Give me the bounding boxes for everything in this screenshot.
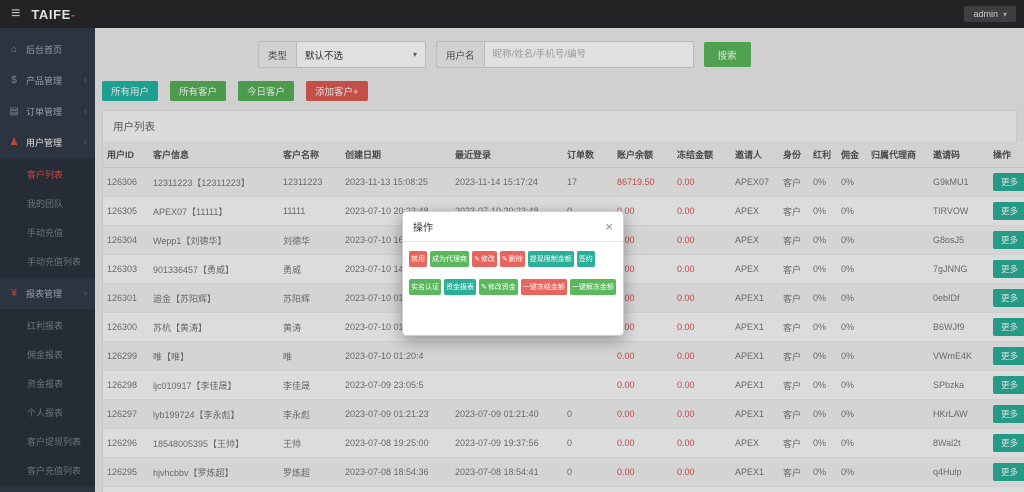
modal-action-修改[interactable]: ✎修改 <box>472 251 497 267</box>
modal-action-label: 禁用 <box>411 254 425 264</box>
modal-action-label: 提现限制金额 <box>530 254 572 264</box>
modal-action-label: 一键解冻金额 <box>572 282 614 292</box>
modal-action-删除[interactable]: ✎删除 <box>500 251 525 267</box>
modal-body: 禁用成为代理商✎修改✎删除提现限制金额签约实名认证资金报表✎修改资金一键冻结金额… <box>403 242 623 295</box>
pencil-icon: ✎ <box>502 255 508 263</box>
modal-action-label: 修改资金 <box>488 282 516 292</box>
pencil-icon: ✎ <box>474 255 480 263</box>
action-modal: 操作 × 禁用成为代理商✎修改✎删除提现限制金额签约实名认证资金报表✎修改资金一… <box>402 211 624 336</box>
modal-action-提现限制金额[interactable]: 提现限制金额 <box>528 251 574 267</box>
modal-action-资金报表[interactable]: 资金报表 <box>444 279 476 295</box>
modal-header: 操作 × <box>403 212 623 242</box>
modal-action-实名认证[interactable]: 实名认证 <box>409 279 441 295</box>
modal-action-label: 删除 <box>509 254 523 264</box>
pencil-icon: ✎ <box>481 283 487 291</box>
modal-action-label: 实名认证 <box>411 282 439 292</box>
modal-action-修改资金[interactable]: ✎修改资金 <box>479 279 518 295</box>
modal-action-label: 资金报表 <box>446 282 474 292</box>
close-icon[interactable]: × <box>605 220 613 233</box>
modal-action-签约[interactable]: 签约 <box>577 251 595 267</box>
modal-action-label: 签约 <box>579 254 593 264</box>
modal-action-成为代理商[interactable]: 成为代理商 <box>430 251 469 267</box>
modal-action-禁用[interactable]: 禁用 <box>409 251 427 267</box>
modal-title: 操作 <box>413 219 433 234</box>
modal-action-label: 一键冻结金额 <box>523 282 565 292</box>
modal-action-label: 成为代理商 <box>432 254 467 264</box>
modal-action-一键冻结金额[interactable]: 一键冻结金额 <box>521 279 567 295</box>
modal-action-label: 修改 <box>481 254 495 264</box>
modal-button-row: 禁用成为代理商✎修改✎删除提现限制金额签约 <box>409 251 617 267</box>
modal-button-row: 实名认证资金报表 ✎修改资金一键冻结金额一键解冻金额 <box>409 279 617 295</box>
modal-action-一键解冻金额[interactable]: 一键解冻金额 <box>570 279 616 295</box>
